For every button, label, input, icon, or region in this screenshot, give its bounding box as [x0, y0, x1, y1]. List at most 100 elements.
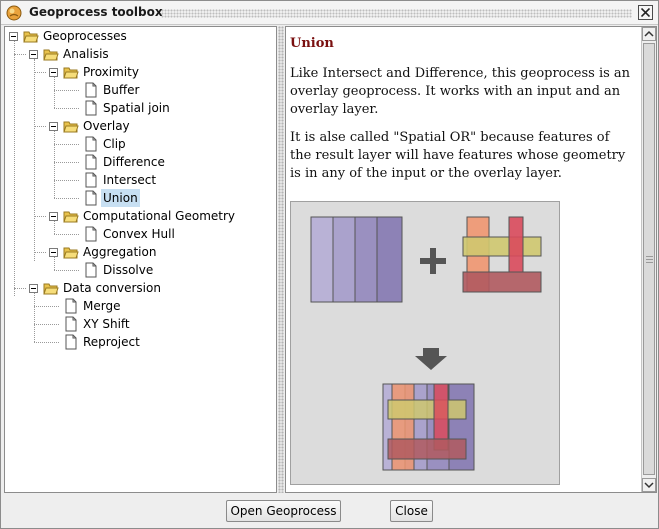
document-icon	[85, 190, 97, 206]
tree-connector	[34, 126, 46, 127]
thumb-grip	[646, 262, 653, 263]
document-icon	[65, 316, 77, 332]
document-icon	[85, 154, 97, 170]
tree-connector	[54, 77, 55, 108]
open-folder-icon	[23, 31, 39, 43]
tree-connector	[34, 59, 35, 261]
collapse-toggle-icon[interactable]	[29, 50, 38, 59]
tree-connector	[54, 162, 79, 163]
document-icon	[85, 100, 97, 116]
tree-connector	[54, 131, 55, 198]
union-illustration	[290, 201, 560, 485]
result-layer-graphic	[382, 383, 475, 471]
tree-label: Data conversion	[63, 281, 161, 295]
overlay-layer-graphic	[462, 216, 542, 293]
document-icon	[85, 82, 97, 98]
tree-label: Difference	[103, 155, 165, 169]
tree-connector	[54, 180, 79, 181]
tree-label: Analisis	[63, 47, 109, 61]
tree-connector	[14, 288, 26, 289]
tree-connector	[34, 216, 46, 217]
title-bar-grip	[161, 9, 632, 18]
tree-label: Buffer	[103, 83, 140, 97]
tree-connector	[14, 41, 15, 296]
open-folder-icon	[63, 121, 79, 133]
tree-label: XY Shift	[83, 317, 130, 331]
window-close-button[interactable]	[638, 5, 653, 20]
tree-label: Geoprocesses	[43, 29, 127, 43]
open-folder-icon	[43, 49, 59, 61]
help-panel: Union Like Intersect and Difference, thi…	[285, 26, 657, 493]
title-bar[interactable]: Geoprocess toolbox	[1, 1, 658, 25]
tree-connector	[54, 108, 79, 109]
open-folder-icon	[63, 211, 79, 223]
tree-connector	[54, 198, 79, 199]
tree-connector	[34, 252, 46, 253]
open-geoprocess-button[interactable]: Open Geoprocess	[226, 500, 341, 522]
tree-connector	[34, 306, 59, 307]
tree-connector	[34, 324, 59, 325]
close-icon	[641, 8, 650, 17]
geoprocess-tree: Geoprocesses Analisis Proximity Buffer S…	[4, 26, 277, 493]
thumb-grip	[646, 259, 653, 260]
collapse-toggle-icon[interactable]	[49, 248, 58, 257]
tree-label: Clip	[103, 137, 126, 151]
document-icon	[85, 262, 97, 278]
open-folder-icon	[43, 283, 59, 295]
split-pane: Geoprocesses Analisis Proximity Buffer S…	[4, 26, 657, 493]
scroll-down-button[interactable]	[642, 478, 656, 492]
arrow-down-icon	[415, 348, 447, 370]
tree-label: Overlay	[83, 119, 130, 133]
scroll-up-button[interactable]	[642, 27, 656, 41]
open-folder-icon	[63, 247, 79, 259]
collapse-toggle-icon[interactable]	[49, 122, 58, 131]
tree-connector	[34, 342, 59, 343]
arrow-down-icon	[644, 482, 654, 489]
input-layer-graphic	[310, 216, 403, 303]
tree-label: Computational Geometry	[83, 209, 236, 223]
collapse-toggle-icon[interactable]	[49, 68, 58, 77]
geoprocess-toolbox-window: Geoprocess toolbox Geoprocesses Analisis…	[0, 0, 659, 529]
tree-connector	[34, 72, 46, 73]
document-icon	[65, 298, 77, 314]
tree-connector	[54, 144, 79, 145]
button-bar: Open Geoprocess Close	[1, 495, 658, 528]
help-title: Union	[290, 36, 334, 51]
tree-connector	[54, 257, 55, 270]
thumb-grip	[646, 256, 653, 257]
tree-label: Merge	[83, 299, 121, 313]
document-icon	[65, 334, 77, 350]
tree-label: Intersect	[103, 173, 157, 187]
open-folder-icon	[63, 67, 79, 79]
gvsig-app-icon	[6, 5, 22, 21]
tree-connector	[14, 54, 26, 55]
close-button[interactable]: Close	[390, 500, 433, 522]
tree-connector	[54, 221, 55, 234]
tree-connector	[54, 90, 79, 91]
tree-label-selected: Union	[101, 189, 140, 207]
tree-connector	[54, 234, 79, 235]
document-icon	[85, 136, 97, 152]
tree-connector	[34, 293, 35, 342]
tree-label: Convex Hull	[103, 227, 175, 241]
tree-label: Proximity	[83, 65, 139, 79]
union-diagram	[310, 216, 542, 471]
help-paragraph: Like Intersect and Difference, this geop…	[290, 66, 631, 117]
collapse-toggle-icon[interactable]	[49, 212, 58, 221]
tree-label: Aggregation	[83, 245, 157, 259]
tree-label: Dissolve	[103, 263, 154, 277]
tree-label: Reproject	[83, 335, 140, 349]
document-icon	[85, 172, 97, 188]
arrow-up-icon	[644, 30, 654, 37]
help-paragraph: It is alse called "Spatial OR" because f…	[290, 130, 626, 181]
window-title: Geoprocess toolbox	[29, 5, 163, 19]
help-content: Union Like Intersect and Difference, thi…	[290, 35, 634, 193]
collapse-toggle-icon[interactable]	[29, 284, 38, 293]
tree-connector	[54, 270, 79, 271]
scroll-thumb[interactable]	[643, 43, 655, 475]
tree-label: Spatial join	[103, 101, 170, 115]
collapse-toggle-icon[interactable]	[9, 32, 18, 41]
split-pane-divider[interactable]	[278, 26, 284, 493]
plus-icon	[420, 248, 446, 274]
help-vertical-scrollbar[interactable]	[641, 27, 656, 492]
